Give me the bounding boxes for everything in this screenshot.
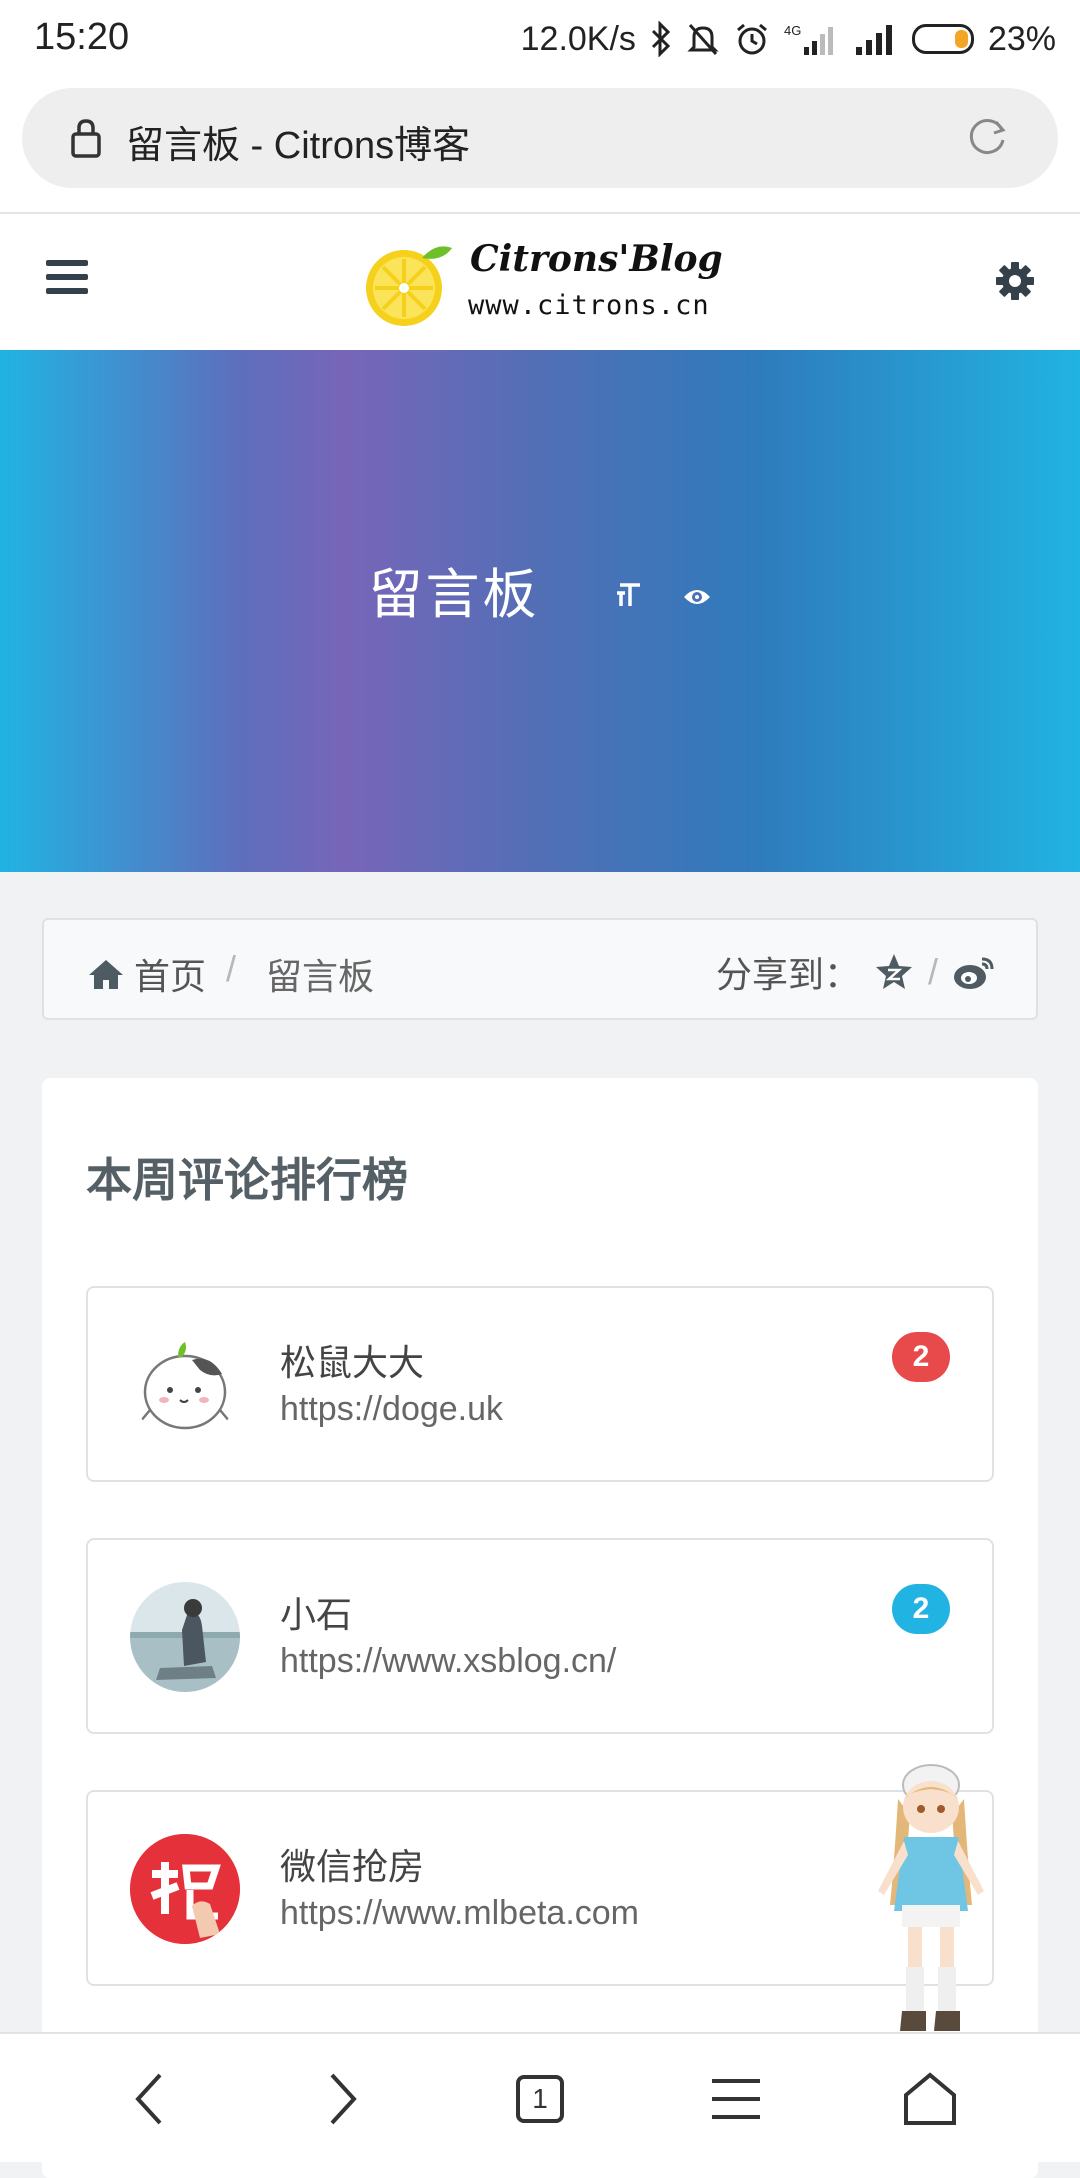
- address-bar[interactable]: 留言板 - Citrons博客: [22, 88, 1058, 188]
- alarm-icon: [736, 23, 767, 55]
- battery-percent: 23%: [987, 19, 1056, 58]
- hero-meta-icons: [594, 557, 712, 623]
- breadcrumb-home-label: 首页: [134, 956, 207, 997]
- chevron-left-icon: [135, 2073, 162, 2125]
- logo-title: Citrons'Blog: [470, 238, 723, 280]
- forward-button[interactable]: [302, 2064, 382, 2134]
- hero-banner: 留言板: [0, 350, 1080, 872]
- page-title: 留言板: [368, 565, 540, 625]
- comment-count-badge: 2: [892, 1584, 950, 1634]
- site-logo[interactable]: Citrons'Blog www.citrons.cn: [362, 236, 723, 328]
- mascot-character[interactable]: [868, 1755, 994, 2035]
- user-url[interactable]: https://doge.uk: [280, 1390, 503, 1429]
- user-name: 小石: [280, 1594, 353, 1635]
- bluetooth-icon: [651, 21, 671, 57]
- hero-title-row: 留言板: [0, 550, 1080, 629]
- home-icon: [89, 960, 123, 989]
- svg-text:4G: 4G: [784, 23, 801, 38]
- browser-toolbar: 留言板 - Citrons博客: [0, 80, 1080, 214]
- share-label: 分享到：: [715, 954, 860, 995]
- user-name: 松鼠大大: [280, 1342, 425, 1383]
- avatar: [130, 1834, 240, 1944]
- hamburger-icon: [712, 2079, 760, 2119]
- avatar: [130, 1582, 240, 1692]
- status-icons: 12.0K/s 4G 23%: [521, 14, 1056, 64]
- ranking-title: 本周评论排行榜: [86, 1154, 408, 1206]
- net-speed: 12.0K/s: [520, 19, 636, 58]
- user-url[interactable]: https://www.mlbeta.com: [280, 1894, 639, 1933]
- user-url[interactable]: https://www.xsblog.cn/: [280, 1642, 616, 1681]
- reload-icon[interactable]: [966, 114, 1010, 158]
- comment-count-badge: 2: [892, 1332, 950, 1382]
- user-name: 微信抢房: [280, 1846, 425, 1887]
- hamburger-icon: [46, 260, 88, 266]
- lemon-icon: [366, 246, 452, 326]
- avatar: [130, 1330, 240, 1440]
- logo-url: www.citrons.cn: [468, 290, 710, 321]
- breadcrumb: 首页 / 留言板 分享到： /: [42, 918, 1038, 1020]
- ranking-item[interactable]: 微信抢房 https://www.mlbeta.com: [86, 1790, 994, 1986]
- gear-icon[interactable]: [994, 260, 1036, 302]
- ranking-item[interactable]: 松鼠大大 https://doge.uk 2: [86, 1286, 994, 1482]
- share-area: 分享到： /: [716, 946, 996, 998]
- eye-icon: [682, 560, 712, 622]
- home-icon: [904, 2072, 956, 2125]
- breadcrumb-separator: /: [226, 948, 237, 989]
- font-size-icon[interactable]: [614, 560, 644, 622]
- home-button[interactable]: [890, 2064, 970, 2134]
- tabs-button[interactable]: 1: [500, 2064, 580, 2134]
- status-time: 15:20: [34, 16, 130, 58]
- tab-count-icon: 1: [516, 2075, 564, 2123]
- chevron-right-icon: [330, 2073, 357, 2125]
- share-separator: /: [927, 951, 938, 992]
- site-header: Citrons'Blog www.citrons.cn: [0, 214, 1080, 350]
- breadcrumb-current: 留言板: [266, 956, 375, 997]
- browser-bottom-nav: 1: [0, 2032, 1080, 2162]
- back-button[interactable]: [110, 2064, 190, 2134]
- mute-bell-icon: [687, 23, 719, 56]
- lock-icon: [71, 119, 101, 158]
- signal-icon: [855, 25, 892, 55]
- signal-4g-icon: 4G: [784, 23, 833, 55]
- weibo-icon[interactable]: [952, 953, 996, 991]
- ranking-item[interactable]: 小石 https://www.xsblog.cn/ 2: [86, 1538, 994, 1734]
- status-bar: 15:20 12.0K/s 4G 23%: [0, 0, 1080, 80]
- menu-button[interactable]: [46, 260, 88, 300]
- battery-icon: [911, 24, 974, 54]
- breadcrumb-home[interactable]: 首页: [88, 948, 206, 1000]
- star-icon[interactable]: [874, 952, 914, 992]
- page-title-url: 留言板 - Citrons博客: [126, 125, 471, 167]
- menu-button-bottom[interactable]: [696, 2064, 776, 2134]
